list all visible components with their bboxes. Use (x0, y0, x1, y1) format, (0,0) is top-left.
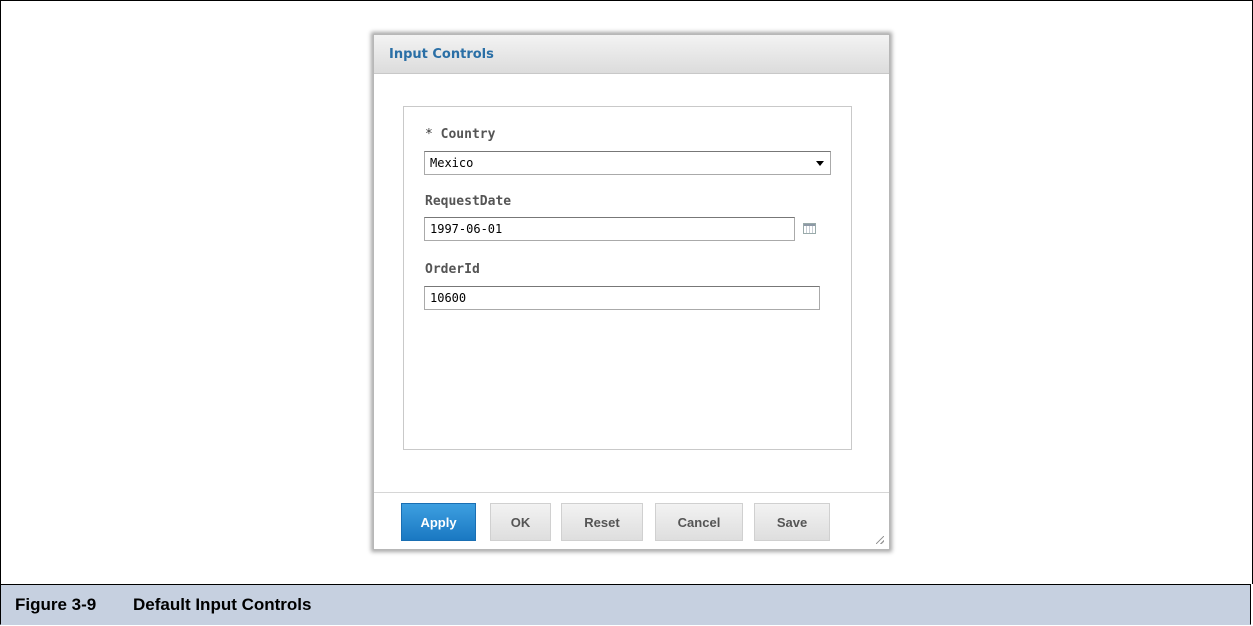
country-select[interactable]: Mexico (424, 151, 831, 175)
resize-grip-icon[interactable] (876, 536, 884, 544)
request-date-label: RequestDate (425, 194, 512, 209)
controls-panel: * Country Mexico RequestDate 1997-06-01 … (403, 106, 852, 450)
country-select-value: Mexico (430, 156, 474, 170)
request-date-value: 1997-06-01 (430, 222, 503, 236)
country-label-text: Country (440, 127, 496, 142)
figure-caption: Figure 3-9 Default Input Controls (0, 584, 1251, 625)
order-id-value: 10600 (430, 291, 467, 305)
request-date-input[interactable]: 1997-06-01 (424, 217, 795, 241)
dialog-title: Input Controls (389, 46, 494, 62)
ok-button[interactable]: OK (490, 503, 551, 541)
calendar-icon[interactable] (803, 223, 816, 234)
figure-title: Default Input Controls (133, 594, 312, 614)
required-marker: * (425, 127, 441, 142)
save-button[interactable]: Save (754, 503, 830, 541)
country-label: * Country (425, 127, 495, 142)
reset-button[interactable]: Reset (561, 503, 643, 541)
dialog-header[interactable]: Input Controls (374, 35, 889, 74)
apply-button[interactable]: Apply (401, 503, 476, 541)
chevron-down-icon[interactable] (816, 161, 824, 166)
dialog-footer: Apply OK Reset Cancel Save (374, 492, 889, 549)
cancel-button[interactable]: Cancel (655, 503, 743, 541)
order-id-label: OrderId (425, 262, 480, 277)
screenshot-frame: Input Controls * Country Mexico RequestD… (0, 0, 1253, 584)
input-controls-dialog: Input Controls * Country Mexico RequestD… (373, 34, 890, 550)
order-id-input[interactable]: 10600 (424, 286, 820, 310)
figure-number: Figure 3-9 (15, 594, 97, 614)
